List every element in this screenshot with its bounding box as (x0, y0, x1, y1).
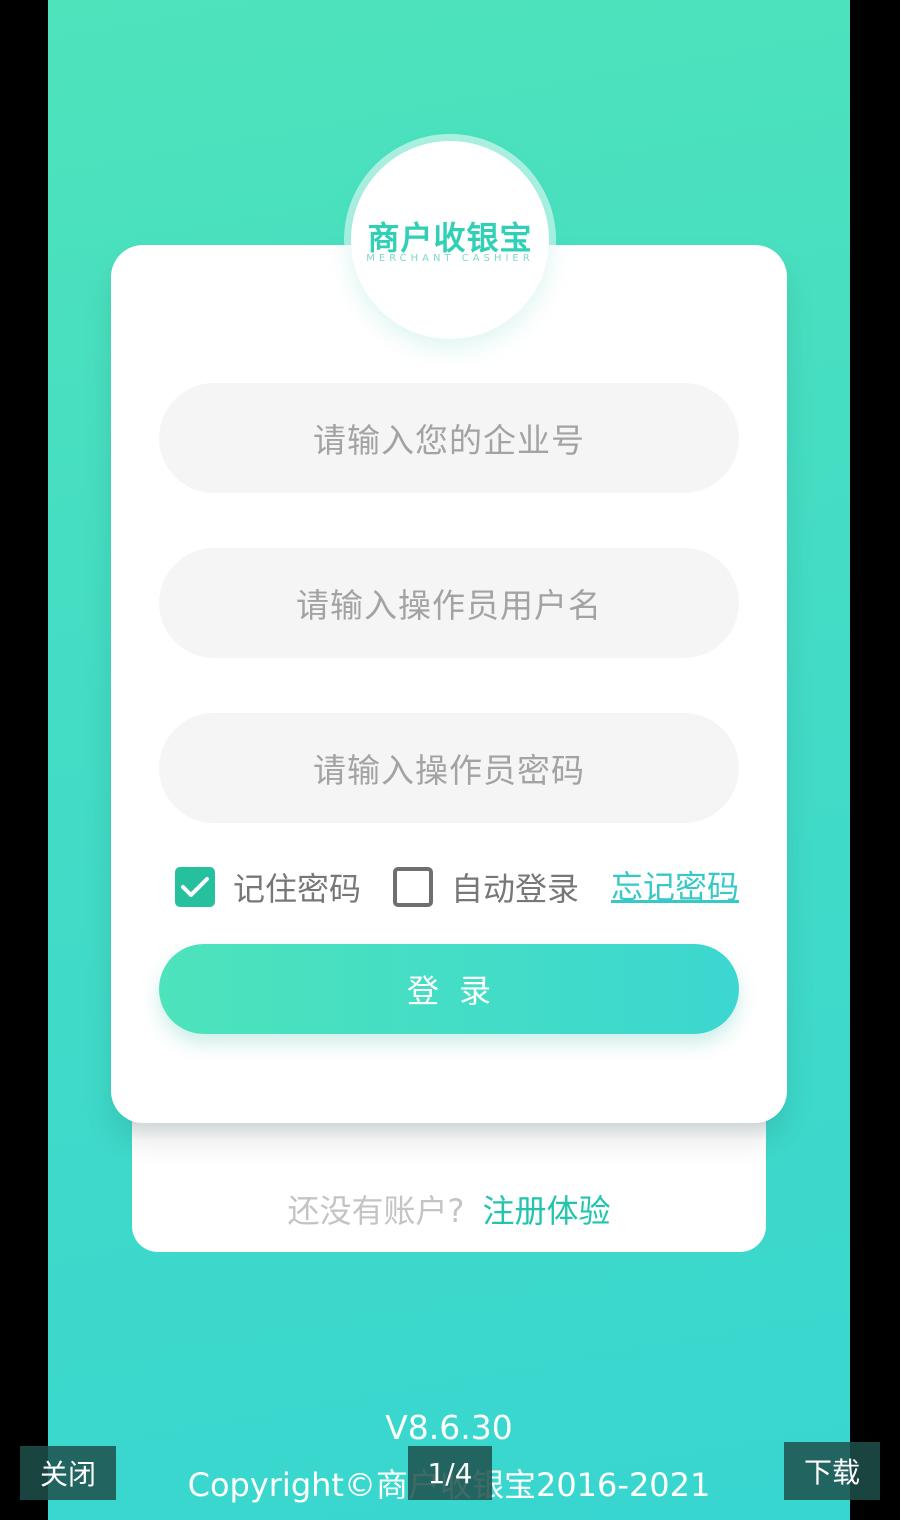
username-input[interactable]: 请输入操作员用户名 (159, 548, 739, 658)
auto-login-checkbox[interactable] (393, 867, 433, 907)
login-card: 请输入您的企业号 请输入操作员用户名 请输入操作员密码 记住密码 自动登录 忘记… (111, 245, 787, 1123)
password-input[interactable]: 请输入操作员密码 (159, 713, 739, 823)
register-row: 还没有账户? 注册体验 (132, 1186, 766, 1232)
login-screen: 还没有账户? 注册体验 请输入您的企业号 请输入操作员用户名 请输入操作员密码 记… (48, 0, 850, 1520)
viewer-close-button[interactable]: 关闭 (20, 1446, 116, 1500)
register-link[interactable]: 注册体验 (482, 1192, 610, 1230)
version-text: V8.6.30 (385, 1408, 513, 1447)
register-question: 还没有账户? (287, 1192, 465, 1230)
checkmark-icon (181, 877, 209, 897)
login-button[interactable]: 登录 (159, 944, 739, 1034)
app-logo: 商户收银宝 MERCHANT CASHIER (351, 141, 549, 339)
remember-password-label: 记住密码 (233, 870, 362, 908)
forgot-password-link[interactable]: 忘记密码 (611, 865, 739, 909)
remember-password-option[interactable]: 记住密码 (175, 865, 361, 909)
remember-password-checkbox[interactable] (175, 867, 215, 907)
password-placeholder: 请输入操作员密码 (313, 751, 585, 790)
page-indicator: 1/4 (408, 1446, 492, 1500)
auto-login-option[interactable]: 自动登录 (393, 865, 579, 909)
logo-subtitle: MERCHANT CASHIER (366, 253, 534, 264)
company-id-input[interactable]: 请输入您的企业号 (159, 383, 739, 493)
company-id-placeholder: 请输入您的企业号 (313, 421, 585, 460)
auto-login-label: 自动登录 (451, 870, 580, 908)
username-placeholder: 请输入操作员用户名 (296, 586, 602, 625)
viewer-download-button[interactable]: 下载 (784, 1442, 880, 1500)
